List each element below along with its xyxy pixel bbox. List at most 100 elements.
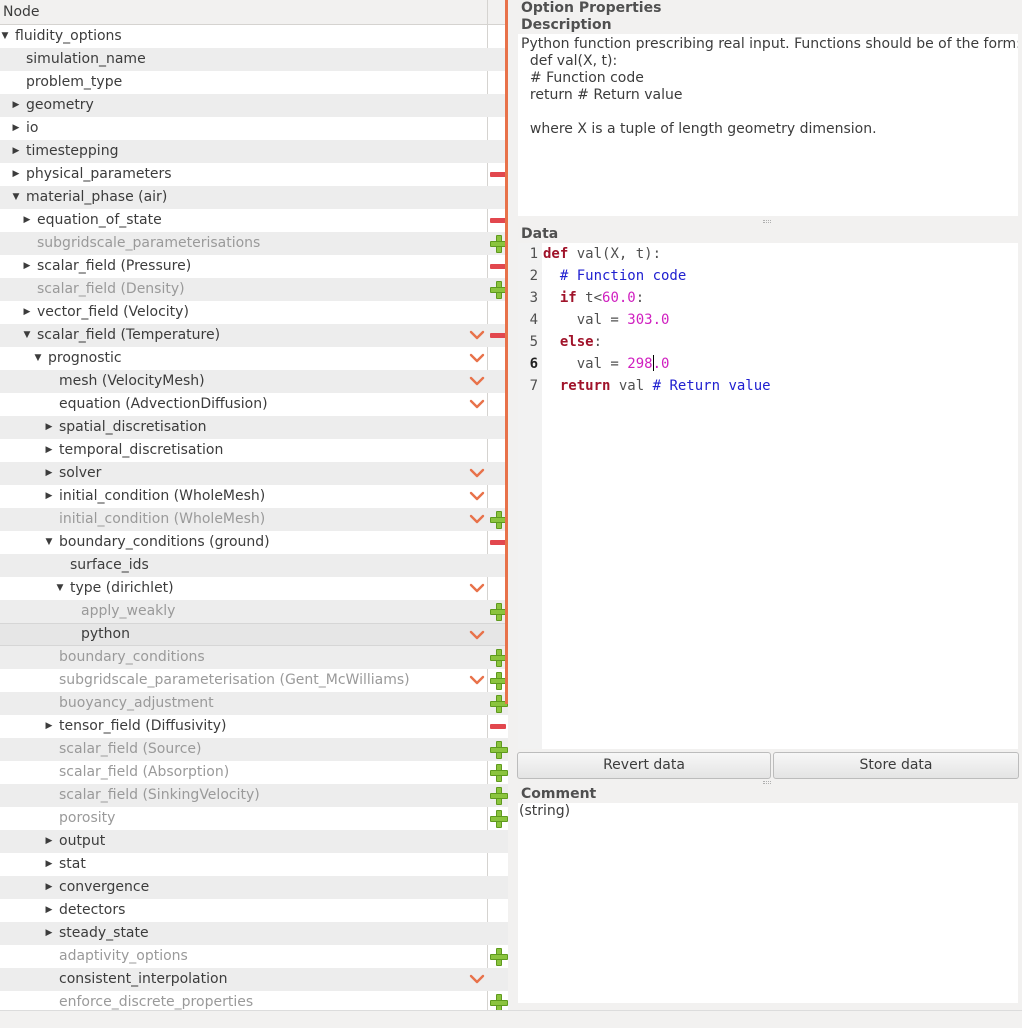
- triangle-right-icon[interactable]: ▶: [44, 830, 54, 853]
- tree-row[interactable]: scalar_field (SinkingVelocity): [0, 784, 508, 807]
- tree-row[interactable]: apply_weakly: [0, 600, 508, 623]
- tree-row[interactable]: ▶ physical_parameters: [0, 163, 508, 186]
- tree-row[interactable]: problem_type: [0, 71, 508, 94]
- triangle-right-icon[interactable]: ▶: [44, 715, 54, 738]
- tree-row[interactable]: surface_ids: [0, 554, 508, 577]
- tree-row[interactable]: ▶ stat: [0, 853, 508, 876]
- tree-row[interactable]: ▼ type (dirichlet): [0, 577, 508, 600]
- triangle-down-icon[interactable]: ▼: [11, 186, 21, 209]
- tree-row[interactable]: scalar_field (Absorption): [0, 761, 508, 784]
- code-line[interactable]: return val # Return value: [543, 375, 771, 397]
- tree-row[interactable]: adaptivity_options: [0, 945, 508, 968]
- triangle-right-icon[interactable]: ▶: [22, 209, 32, 232]
- chevron-down-icon[interactable]: [469, 376, 485, 386]
- triangle-right-icon[interactable]: ▶: [11, 163, 21, 186]
- code-line[interactable]: else:: [543, 331, 602, 353]
- tree-row[interactable]: ▶ io: [0, 117, 508, 140]
- tree-row[interactable]: subgridscale_parameterisation (Gent_McWi…: [0, 669, 508, 692]
- triangle-right-icon[interactable]: ▶: [11, 94, 21, 117]
- tree-row[interactable]: enforce_discrete_properties: [0, 991, 508, 1010]
- triangle-right-icon[interactable]: ▶: [44, 439, 54, 462]
- plus-icon[interactable]: [490, 511, 508, 529]
- pane-splitter[interactable]: [505, 0, 508, 704]
- chevron-down-icon[interactable]: [469, 468, 485, 478]
- triangle-right-icon[interactable]: ▶: [11, 117, 21, 140]
- triangle-right-icon[interactable]: ▶: [44, 899, 54, 922]
- tree-row[interactable]: ▼ prognostic: [0, 347, 508, 370]
- minus-icon[interactable]: [490, 218, 506, 223]
- plus-icon[interactable]: [490, 948, 508, 966]
- plus-icon[interactable]: [490, 741, 508, 759]
- minus-icon[interactable]: [490, 540, 506, 545]
- tree-row[interactable]: ▶ temporal_discretisation: [0, 439, 508, 462]
- tree-row[interactable]: porosity: [0, 807, 508, 830]
- chevron-down-icon[interactable]: [469, 675, 485, 685]
- minus-icon[interactable]: [490, 172, 506, 177]
- comment-field[interactable]: (string): [518, 803, 1018, 1003]
- tree-row[interactable]: python: [0, 623, 508, 646]
- tree-row[interactable]: simulation_name: [0, 48, 508, 71]
- chevron-down-icon[interactable]: [469, 630, 485, 640]
- chevron-down-icon[interactable]: [469, 491, 485, 501]
- tree-row[interactable]: ▶ output: [0, 830, 508, 853]
- chevron-down-icon[interactable]: [469, 399, 485, 409]
- code-line[interactable]: val = 303.0: [543, 309, 670, 331]
- tree-row[interactable]: ▶ initial_condition (WholeMesh): [0, 485, 508, 508]
- triangle-right-icon[interactable]: ▶: [44, 462, 54, 485]
- plus-icon[interactable]: [490, 603, 508, 621]
- minus-icon[interactable]: [490, 724, 506, 729]
- plus-icon[interactable]: [490, 235, 508, 253]
- triangle-right-icon[interactable]: ▶: [44, 485, 54, 508]
- triangle-right-icon[interactable]: ▶: [44, 922, 54, 945]
- chevron-down-icon[interactable]: [469, 353, 485, 363]
- tree-row[interactable]: mesh (VelocityMesh): [0, 370, 508, 393]
- tree-row[interactable]: ▶ solver: [0, 462, 508, 485]
- plus-icon[interactable]: [490, 994, 508, 1010]
- tree-row[interactable]: ▶ tensor_field (Diffusivity): [0, 715, 508, 738]
- triangle-right-icon[interactable]: ▶: [22, 301, 32, 324]
- plus-icon[interactable]: [490, 281, 508, 299]
- tree-row[interactable]: ▶ steady_state: [0, 922, 508, 945]
- plus-icon[interactable]: [490, 787, 508, 805]
- plus-icon[interactable]: [490, 695, 508, 713]
- triangle-down-icon[interactable]: ▼: [22, 324, 32, 347]
- triangle-down-icon[interactable]: ▼: [44, 531, 54, 554]
- revert-data-button[interactable]: Revert data: [517, 752, 771, 779]
- tree-row[interactable]: ▼ fluidity_options: [0, 25, 508, 48]
- triangle-right-icon[interactable]: ▶: [44, 876, 54, 899]
- description-resize-grip[interactable]: [763, 220, 771, 223]
- chevron-down-icon[interactable]: [469, 330, 485, 340]
- comment-resize-grip[interactable]: [763, 781, 771, 784]
- tree-row[interactable]: ▶ detectors: [0, 899, 508, 922]
- tree-row[interactable]: ▶ timestepping: [0, 140, 508, 163]
- store-data-button[interactable]: Store data: [773, 752, 1019, 779]
- tree-row[interactable]: ▼ scalar_field (Temperature): [0, 324, 508, 347]
- tree-row[interactable]: scalar_field (Source): [0, 738, 508, 761]
- tree-row[interactable]: ▶ scalar_field (Pressure): [0, 255, 508, 278]
- triangle-right-icon[interactable]: ▶: [11, 140, 21, 163]
- options-tree[interactable]: Node ▼ fluidity_options simulation_name pro…: [0, 0, 508, 1010]
- tree-column-header[interactable]: Node: [0, 0, 508, 25]
- tree-row[interactable]: ▶ vector_field (Velocity): [0, 301, 508, 324]
- tree-row[interactable]: equation (AdvectionDiffusion): [0, 393, 508, 416]
- tree-row[interactable]: buoyancy_adjustment: [0, 692, 508, 715]
- triangle-right-icon[interactable]: ▶: [44, 853, 54, 876]
- minus-icon[interactable]: [490, 333, 506, 338]
- code-line[interactable]: if t<60.0:: [543, 287, 644, 309]
- triangle-down-icon[interactable]: ▼: [55, 577, 65, 600]
- chevron-down-icon[interactable]: [469, 583, 485, 593]
- python-code-editor[interactable]: 1 2 3 4 5 6 7 def val(X, t): # Function code i…: [518, 243, 1018, 749]
- tree-row[interactable]: ▶ convergence: [0, 876, 508, 899]
- plus-icon[interactable]: [490, 672, 508, 690]
- tree-row[interactable]: scalar_field (Density): [0, 278, 508, 301]
- tree-row[interactable]: ▼ boundary_conditions (ground): [0, 531, 508, 554]
- tree-row[interactable]: initial_condition (WholeMesh): [0, 508, 508, 531]
- chevron-down-icon[interactable]: [469, 514, 485, 524]
- triangle-right-icon[interactable]: ▶: [44, 416, 54, 439]
- chevron-down-icon[interactable]: [469, 974, 485, 984]
- tree-row[interactable]: consistent_interpolation: [0, 968, 508, 991]
- plus-icon[interactable]: [490, 649, 508, 667]
- plus-icon[interactable]: [490, 810, 508, 828]
- tree-row[interactable]: subgridscale_parameterisations: [0, 232, 508, 255]
- triangle-down-icon[interactable]: ▼: [0, 25, 10, 48]
